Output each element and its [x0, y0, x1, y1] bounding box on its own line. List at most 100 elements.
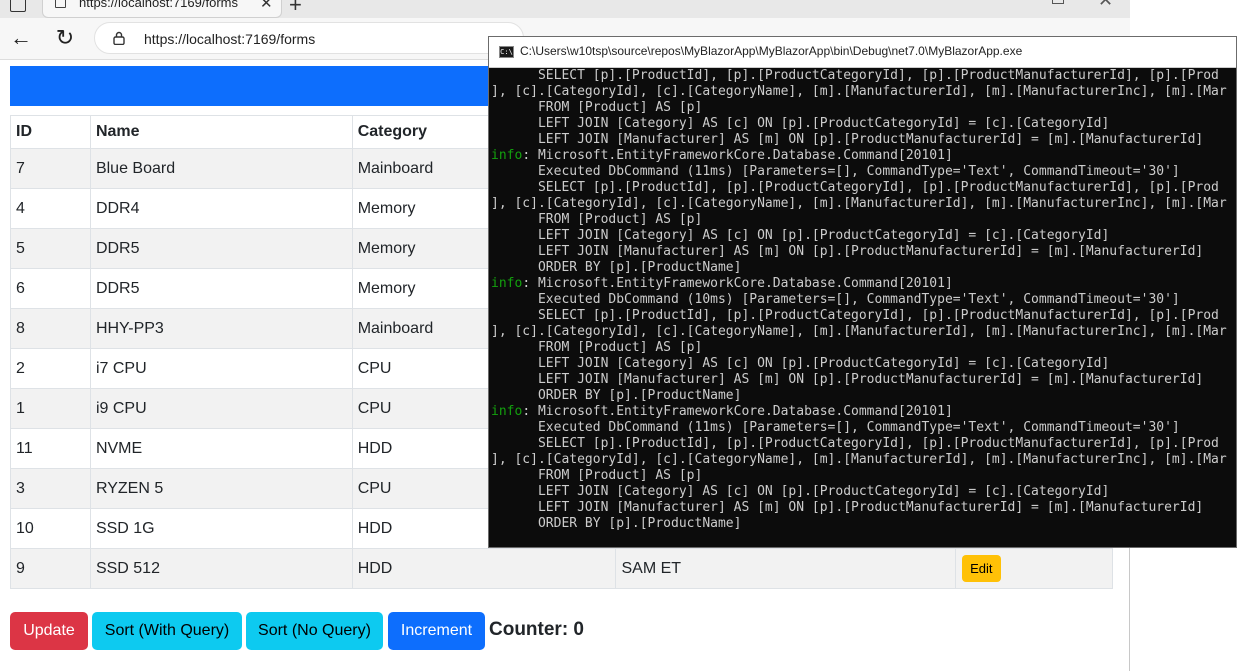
console-line-text: ], [c].[CategoryId], [c].[CategoryName],… [491, 324, 1227, 339]
tab-strip: https://localhost:7169/forms ✕ + ✕ [0, 0, 1130, 18]
cell-id: 7 [10, 148, 91, 189]
page-icon [55, 0, 66, 8]
log-level-label: info [491, 148, 523, 163]
console-line-text: FROM [Product] AS [p] [491, 340, 703, 355]
reload-button[interactable]: ↻ [50, 24, 80, 54]
cell-actions: Edit [955, 548, 1113, 589]
console-line-text: : Microsoft.EntityFrameworkCore.Database… [522, 148, 953, 163]
console-line: SELECT [p].[ProductId], [p].[ProductCate… [491, 180, 1236, 196]
console-window[interactable]: C:\ C:\Users\w10tsp\source\repos\MyBlazo… [488, 36, 1237, 548]
console-line-text: LEFT JOIN [Manufacturer] AS [m] ON [p].[… [491, 244, 1204, 259]
header-id: ID [10, 115, 91, 149]
console-line-text: ORDER BY [p].[ProductName] [491, 516, 742, 531]
console-line-text: FROM [Product] AS [p] [491, 100, 703, 115]
cell-manufacturer: SAM ET [615, 548, 957, 589]
window-restore-icon[interactable] [1052, 0, 1064, 4]
address-url: https://localhost:7169/forms [144, 31, 316, 47]
cell-name: i7 CPU [89, 348, 353, 389]
console-line: LEFT JOIN [Category] AS [c] ON [p].[Prod… [491, 116, 1236, 132]
console-line-text: ], [c].[CategoryId], [c].[CategoryName],… [491, 84, 1227, 99]
cell-name: HHY-PP3 [89, 308, 353, 349]
cell-id: 5 [10, 228, 91, 269]
console-line-text: FROM [Product] AS [p] [491, 468, 703, 483]
console-line: LEFT JOIN [Category] AS [c] ON [p].[Prod… [491, 484, 1236, 500]
console-line: ], [c].[CategoryId], [c].[CategoryName],… [491, 84, 1236, 100]
back-button[interactable]: ← [6, 24, 36, 54]
log-level-label: info [491, 404, 523, 419]
console-line-text: SELECT [p].[ProductId], [p].[ProductCate… [491, 180, 1219, 195]
address-bar[interactable]: https://localhost:7169/forms [94, 22, 524, 54]
cell-name: SSD 512 [89, 548, 353, 589]
console-line: ORDER BY [p].[ProductName] [491, 516, 1236, 532]
cell-id: 8 [10, 308, 91, 349]
cell-category: HDD [351, 548, 617, 589]
console-line: info: Microsoft.EntityFrameworkCore.Data… [491, 404, 1236, 420]
console-line-text: LEFT JOIN [Category] AS [c] ON [p].[Prod… [491, 484, 1110, 499]
counter-label: Counter: 0 [489, 619, 584, 640]
table-row: 9 SSD 512 HDD SAM ET Edit [10, 548, 1113, 589]
cell-id: 3 [10, 468, 91, 509]
cell-name: Blue Board [89, 148, 353, 189]
cell-name: SSD 1G [89, 508, 353, 549]
console-title: C:\Users\w10tsp\source\repos\MyBlazorApp… [520, 44, 1023, 58]
tab-title: https://localhost:7169/forms [79, 0, 238, 10]
cell-id: 6 [10, 268, 91, 309]
console-line: Executed DbCommand (10ms) [Parameters=[]… [491, 292, 1236, 308]
console-app-icon: C:\ [499, 46, 514, 58]
cell-id: 11 [10, 428, 91, 469]
console-line-text: Executed DbCommand (11ms) [Parameters=[]… [491, 164, 1180, 179]
console-line: SELECT [p].[ProductId], [p].[ProductCate… [491, 436, 1236, 452]
sidebar-toggle-icon[interactable] [10, 0, 26, 12]
console-line: LEFT JOIN [Manufacturer] AS [m] ON [p].[… [491, 500, 1236, 516]
console-line-text: LEFT JOIN [Manufacturer] AS [m] ON [p].[… [491, 372, 1204, 387]
edit-button[interactable]: Edit [962, 555, 1001, 582]
console-line: LEFT JOIN [Category] AS [c] ON [p].[Prod… [491, 356, 1236, 372]
console-line: LEFT JOIN [Manufacturer] AS [m] ON [p].[… [491, 372, 1236, 388]
console-line-text: SELECT [p].[ProductId], [p].[ProductCate… [491, 68, 1219, 83]
console-line-text: : Microsoft.EntityFrameworkCore.Database… [522, 276, 953, 291]
console-line-text: LEFT JOIN [Category] AS [c] ON [p].[Prod… [491, 356, 1110, 371]
console-line-text: SELECT [p].[ProductId], [p].[ProductCate… [491, 308, 1219, 323]
console-line: FROM [Product] AS [p] [491, 100, 1236, 116]
console-line: info: Microsoft.EntityFrameworkCore.Data… [491, 148, 1236, 164]
cell-name: RYZEN 5 [89, 468, 353, 509]
new-tab-button[interactable]: + [289, 0, 302, 18]
cell-name: i9 CPU [89, 388, 353, 429]
header-name: Name [89, 115, 353, 149]
console-titlebar[interactable]: C:\ C:\Users\w10tsp\source\repos\MyBlazo… [489, 37, 1236, 68]
log-level-label: info [491, 276, 523, 291]
increment-button[interactable]: Increment [388, 612, 485, 650]
console-line-text: : Microsoft.EntityFrameworkCore.Database… [522, 404, 953, 419]
console-line-text: Executed DbCommand (11ms) [Parameters=[]… [491, 420, 1180, 435]
console-line: FROM [Product] AS [p] [491, 340, 1236, 356]
close-tab-icon[interactable]: ✕ [260, 0, 273, 12]
sort-no-query-button[interactable]: Sort (No Query) [246, 612, 383, 650]
console-line: Executed DbCommand (11ms) [Parameters=[]… [491, 164, 1236, 180]
console-line: SELECT [p].[ProductId], [p].[ProductCate… [491, 68, 1236, 84]
console-line-text: ], [c].[CategoryId], [c].[CategoryName],… [491, 196, 1227, 211]
console-line-text: LEFT JOIN [Category] AS [c] ON [p].[Prod… [491, 228, 1110, 243]
console-line: ], [c].[CategoryId], [c].[CategoryName],… [491, 196, 1236, 212]
console-line-text: Executed DbCommand (10ms) [Parameters=[]… [491, 292, 1180, 307]
console-line: ], [c].[CategoryId], [c].[CategoryName],… [491, 452, 1236, 468]
browser-tab[interactable]: https://localhost:7169/forms ✕ [42, 0, 282, 18]
cell-name: DDR4 [89, 188, 353, 229]
console-line: ORDER BY [p].[ProductName] [491, 388, 1236, 404]
console-line: ], [c].[CategoryId], [c].[CategoryName],… [491, 324, 1236, 340]
console-line: LEFT JOIN [Category] AS [c] ON [p].[Prod… [491, 228, 1236, 244]
cell-id: 10 [10, 508, 91, 549]
cell-name: NVME [89, 428, 353, 469]
sort-with-query-button[interactable]: Sort (With Query) [92, 612, 242, 650]
console-line-text: FROM [Product] AS [p] [491, 212, 703, 227]
console-line-text: LEFT JOIN [Manufacturer] AS [m] ON [p].[… [491, 500, 1204, 515]
lock-icon [113, 31, 125, 45]
cell-id: 4 [10, 188, 91, 229]
window-close-icon[interactable]: ✕ [1098, 0, 1113, 11]
console-line: FROM [Product] AS [p] [491, 212, 1236, 228]
console-line-text: ORDER BY [p].[ProductName] [491, 388, 742, 403]
console-line-text: LEFT JOIN [Category] AS [c] ON [p].[Prod… [491, 116, 1110, 131]
cell-name: DDR5 [89, 268, 353, 309]
update-button[interactable]: Update [10, 612, 88, 650]
console-line: Executed DbCommand (11ms) [Parameters=[]… [491, 420, 1236, 436]
console-line: info: Microsoft.EntityFrameworkCore.Data… [491, 276, 1236, 292]
